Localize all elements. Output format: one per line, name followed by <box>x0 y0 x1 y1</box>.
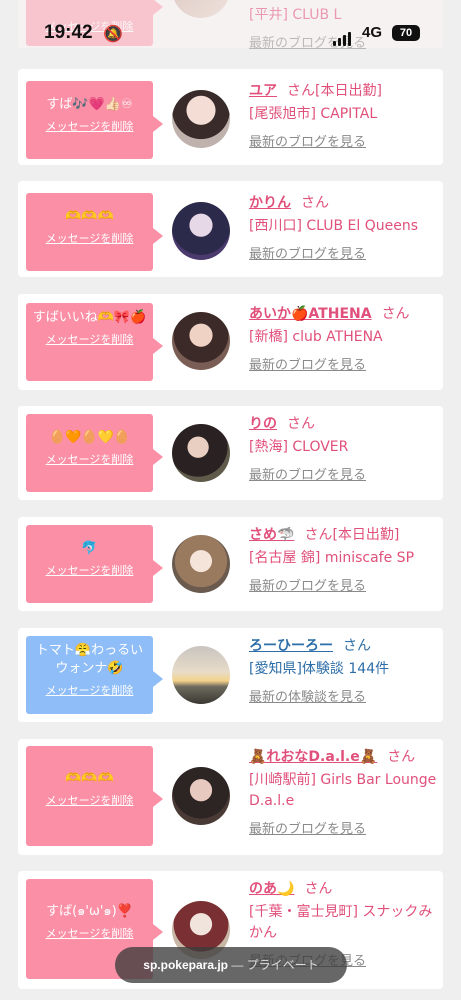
delete-message-link[interactable]: メッセージを削除 <box>26 925 153 941</box>
shop-label[interactable]: [西川口] CLUB El Queens <box>249 216 418 237</box>
favorite-card: すばいいね🫶🎀🍎 メッセージを削除 あいか🍎ATHENA さん [新橋] club… <box>18 294 443 390</box>
san-label: さん <box>304 881 333 897</box>
favorite-card: 🐬 メッセージを削除 さめ🦈 さん[本日出勤] [名古屋 錦] miniscafe… <box>18 517 443 611</box>
message-bubble: すば🎶💗👍🏻♾ メッセージを削除 <box>26 81 163 159</box>
profile-name-link[interactable]: ろーひーろー <box>249 638 333 654</box>
status-tag: [本日出勤] <box>332 527 400 543</box>
blog-link[interactable]: 最新のブログを見る <box>249 818 439 837</box>
delete-message-link[interactable]: メッセージを削除 <box>26 451 153 467</box>
delete-message-link[interactable]: メッセージを削除 <box>26 792 153 808</box>
shop-label[interactable]: [熱海] CLOVER <box>249 437 366 458</box>
san-label: さん <box>381 306 410 322</box>
signal-icon <box>333 28 353 46</box>
card-info: かりん さん [西川口] CLUB El Queens 最新のブログを見る <box>249 193 418 262</box>
avatar[interactable] <box>172 0 230 18</box>
blog-link[interactable]: 最新のブログを見る <box>249 131 382 150</box>
avatar[interactable] <box>172 90 230 148</box>
delete-message-link[interactable]: メッセージを削除 <box>26 230 153 246</box>
message-text: 🥚🧡🥚💛🥚 <box>49 430 130 445</box>
private-mode-label: プライベート <box>246 958 319 972</box>
message-bubble: トマト😤わっるいウォンナ🤣 メッセージを削除 <box>26 636 163 714</box>
message-bubble: 🫶🫶🫶 メッセージを削除 <box>26 193 163 271</box>
bell-muted-icon: 🔕 <box>103 26 123 43</box>
profile-name-link[interactable]: かりん <box>249 195 291 211</box>
blog-link[interactable]: 最新のブログを見る <box>249 354 410 373</box>
message-text: すば(๑'ω'๑)❣️ <box>46 904 133 919</box>
delete-message-link[interactable]: メッセージを削除 <box>26 682 153 698</box>
card-info: ユア さん[本日出勤] [尾張旭市] CAPITAL 最新のブログを見る <box>249 81 382 150</box>
card-info: りの さん [熱海] CLOVER 最新のブログを見る <box>249 414 366 483</box>
profile-name-link[interactable]: さめ🦈 <box>249 527 294 543</box>
san-label: さん <box>287 83 315 99</box>
favorite-card: トマト😤わっるいウォンナ🤣 メッセージを削除 ろーひーろー さん [愛知県]体験談… <box>18 628 443 722</box>
message-text: 🫶🫶🫶 <box>65 209 114 224</box>
shop-label[interactable]: [川崎駅前] Girls Bar Lounge D.a.l.e <box>249 770 439 812</box>
review-link[interactable]: 最新の体験談を見る <box>249 686 389 705</box>
card-info: 🧸れおなD.a.l.e🧸 さん [川崎駅前] Girls Bar Lounge D… <box>249 747 439 837</box>
profile-name-link[interactable]: のあ🌙 <box>249 881 294 897</box>
card-info: あいか🍎ATHENA さん [新橋] club ATHENA 最新のブログを見る <box>249 304 410 373</box>
avatar[interactable] <box>172 646 230 704</box>
status-tag: [本日出勤] <box>315 83 382 99</box>
blog-link[interactable]: 最新のブログを見る <box>249 464 366 483</box>
profile-name-link[interactable]: あいか🍎ATHENA <box>249 306 372 322</box>
san-label: さん <box>387 749 416 765</box>
avatar[interactable] <box>172 767 230 825</box>
avatar[interactable] <box>172 424 230 482</box>
san-label: さん <box>287 416 315 432</box>
network-label: 4G <box>362 24 383 41</box>
shop-label[interactable]: [名古屋 錦] miniscafe SP <box>249 548 414 569</box>
favorite-card: 🥚🧡🥚💛🥚 メッセージを削除 りの さん [熱海] CLOVER 最新のブログを見… <box>18 406 443 500</box>
url-domain: sp.pokepara.jp <box>143 958 228 972</box>
blog-link[interactable]: 最新のブログを見る <box>249 243 418 262</box>
message-text: トマト😤わっるいウォンナ🤣 <box>35 643 144 676</box>
card-info: さめ🦈 さん[本日出勤] [名古屋 錦] miniscafe SP 最新のブログを… <box>249 525 414 594</box>
favorite-card: すば🎶💗👍🏻♾ メッセージを削除 ユア さん[本日出勤] [尾張旭市] CAPIT… <box>18 69 443 165</box>
avatar[interactable] <box>172 535 230 593</box>
avatar[interactable] <box>172 312 230 370</box>
profile-name-link[interactable]: りの <box>249 416 277 432</box>
shop-label[interactable]: [新橋] club ATHENA <box>249 327 410 348</box>
battery-icon: 70 <box>392 25 420 41</box>
delete-message-link[interactable]: メッセージを削除 <box>26 562 153 578</box>
shop-label[interactable]: [千葉・富士見町] スナックみかん <box>249 902 439 944</box>
message-bubble: 🫶🫶🫶 メッセージを削除 <box>26 746 163 846</box>
status-time: 19:42 <box>44 22 93 43</box>
message-text: すばいいね🫶🎀🍎 <box>32 310 147 325</box>
profile-name-link[interactable]: ユア <box>249 83 277 99</box>
profile-name-link[interactable]: 🧸れおなD.a.l.e🧸 <box>249 749 377 765</box>
card-info: ろーひーろー さん [愛知県]体験談 144件 最新の体験談を見る <box>249 636 389 705</box>
shop-label[interactable]: [尾張旭市] CAPITAL <box>249 104 382 125</box>
message-text: 🫶🫶🫶 <box>65 771 114 786</box>
delete-message-link[interactable]: メッセージを削除 <box>26 331 153 347</box>
san-label: さん <box>301 195 329 211</box>
blog-link[interactable]: 最新のブログを見る <box>249 575 414 594</box>
message-bubble: 🐬 メッセージを削除 <box>26 525 163 603</box>
url-separator: — <box>228 958 247 972</box>
san-label: さん <box>304 527 333 543</box>
delete-message-link[interactable]: メッセージを削除 <box>26 118 153 134</box>
message-bubble: すばいいね🫶🎀🍎 メッセージを削除 <box>26 303 163 381</box>
favorite-card: 🫶🫶🫶 メッセージを削除 🧸れおなD.a.l.e🧸 さん [川崎駅前] Girls… <box>18 739 443 855</box>
shop-label[interactable]: [愛知県]体験談 144件 <box>249 659 389 680</box>
message-text: 🐬 <box>81 541 98 556</box>
url-bar[interactable]: sp.pokepara.jp — プライベート <box>115 947 347 983</box>
message-text: すば🎶💗👍🏻♾ <box>46 97 133 112</box>
avatar[interactable] <box>172 202 230 260</box>
san-label: さん <box>343 638 371 654</box>
status-bar: 19:42 🔕 4G 70 <box>0 18 461 52</box>
message-bubble: 🥚🧡🥚💛🥚 メッセージを削除 <box>26 414 163 492</box>
favorite-card: 🫶🫶🫶 メッセージを削除 かりん さん [西川口] CLUB El Queens … <box>18 181 443 277</box>
